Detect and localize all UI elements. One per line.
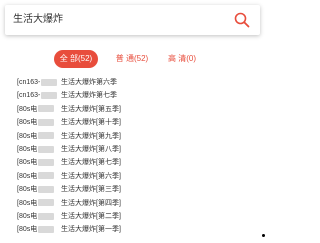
result-title[interactable]: 生活大爆炸[第三季] [61,186,121,193]
blurred-text [38,225,55,233]
filter-tabs: 全 部(52) 普 通(52) 高 清(0) [0,50,268,68]
result-source: [80s电 [17,212,38,220]
result-source: [cn163- [17,79,41,86]
result-source: [80s电 [17,199,38,207]
list-item[interactable]: [80s电 生活大爆炸[第十季] [17,116,257,129]
result-source: [80s电 [17,132,38,140]
result-title[interactable]: 生活大爆炸[第七季] [61,159,121,166]
result-title[interactable]: 生活大爆炸[第八季] [61,146,121,153]
blurred-text [38,172,55,180]
blurred-text [41,92,58,100]
result-source: [80s电 [17,226,38,234]
search-input[interactable]: 生活大爆炸 [13,14,63,26]
tab-hd[interactable]: 高 清(0) [160,50,204,68]
result-title[interactable]: 生活大爆炸[第六季] [61,173,121,180]
blurred-text [38,132,55,140]
result-title[interactable]: 生活大爆炸第六季 [61,79,117,86]
list-item[interactable]: [cn163- 生活大爆炸第七季 [17,89,257,102]
search-icon[interactable] [234,12,250,28]
list-item[interactable]: [80s电 生活大爆炸[第一季] [17,223,257,236]
list-item[interactable]: [80s电 生活大爆炸[第二季] [17,210,257,223]
result-title[interactable]: 生活大爆炸[第五季] [61,106,121,113]
list-item[interactable]: [80s电 生活大爆炸[第八季] [17,143,257,156]
blurred-text [41,78,58,86]
result-source: [cn163- [17,92,41,100]
result-source: [80s电 [17,145,38,153]
search-bar[interactable]: 生活大爆炸 [5,5,260,35]
tab-all[interactable]: 全 部(52) [54,50,98,68]
blurred-text [38,199,55,207]
result-source: [80s电 [17,159,38,167]
list-item[interactable]: [80s电 生活大爆炸[第四季] [17,197,257,210]
list-item[interactable]: [80s电 生活大爆炸[第五季] [17,103,257,116]
dot-marker [262,234,265,237]
blurred-text [38,212,55,220]
blurred-text [38,145,55,153]
blurred-text [38,118,55,126]
tab-normal[interactable]: 普 通(52) [110,50,154,68]
list-item[interactable]: [80s电 生活大爆炸[第九季] [17,130,257,143]
blurred-text [38,105,55,113]
result-title[interactable]: 生活大爆炸第七季 [61,92,117,99]
result-source: [80s电 [17,172,38,180]
result-source: [80s电 [17,186,38,194]
result-title[interactable]: 生活大爆炸[第九季] [61,133,121,140]
list-item[interactable]: [80s电 生活大爆炸[第三季] [17,183,257,196]
blurred-text [38,159,55,166]
result-source: [80s电 [17,119,38,127]
list-item[interactable]: [80s电 生活大爆炸[第六季] [17,170,257,183]
list-item[interactable]: [80s电 生活大爆炸[第七季] [17,156,257,169]
list-item[interactable]: [cn163- 生活大爆炸第六季 [17,76,257,89]
result-source: [80s电 [17,105,38,113]
result-title[interactable]: 生活大爆炸[第二季] [61,213,121,220]
result-list: [cn163- 生活大爆炸第六季 [cn163- 生活大爆炸第七季 [80s电 生活大… [17,76,257,237]
blurred-text [38,185,55,193]
result-title[interactable]: 生活大爆炸[第十季] [61,119,121,126]
result-title[interactable]: 生活大爆炸[第一季] [61,226,121,233]
result-title[interactable]: 生活大爆炸[第四季] [61,200,121,207]
